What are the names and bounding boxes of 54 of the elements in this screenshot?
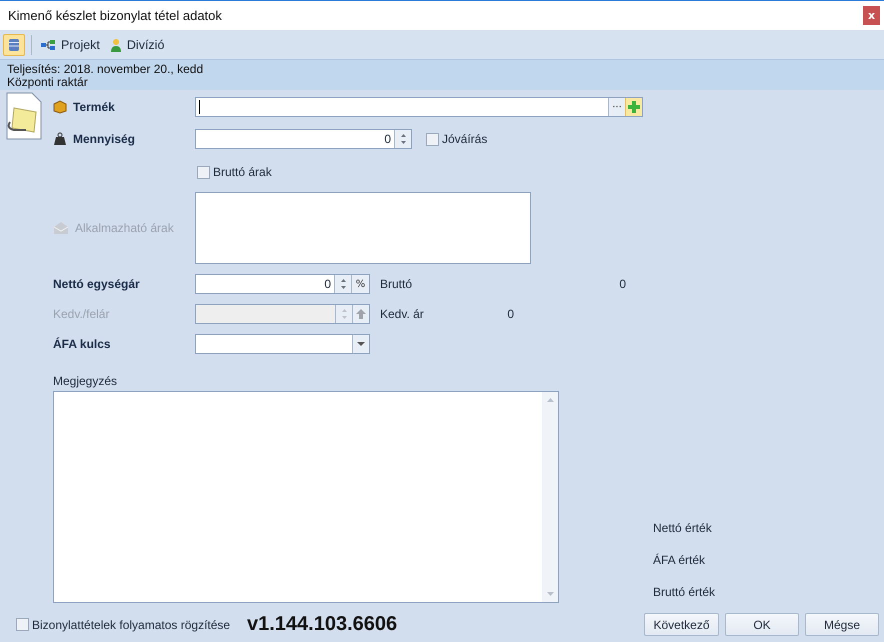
browse-button[interactable]: ··· [608,98,625,116]
note-field[interactable] [53,391,559,603]
ok-button[interactable]: OK [725,613,799,636]
gross-prices-checkbox[interactable]: Bruttó árak [197,165,272,179]
vat-label: ÁFA kulcs [53,337,111,351]
spin-arrows-icon [340,307,348,321]
add-button[interactable] [625,98,642,116]
vat-dropdown[interactable] [195,334,370,354]
scroll-up-icon [546,398,554,402]
database-button[interactable] [3,34,25,56]
note-label: Megjegyzés [53,374,118,388]
discount-label: Kedv./felár [53,307,110,321]
warehouse-name: Központi raktár [7,76,89,89]
hierarchy-icon [40,38,56,50]
gross-total-label: Bruttó érték [653,585,716,600]
gross-value: 0 [618,277,626,291]
box-icon [53,100,67,114]
applicable-prices-list[interactable] [195,192,531,264]
continuous-entry-checkbox[interactable]: Bizonylattételek folyamatos rögzítése [16,618,247,632]
next-button[interactable]: Következő [644,613,719,636]
percent-button[interactable]: % [351,275,369,293]
close-button[interactable]: x [863,6,880,25]
scrollbar[interactable] [542,392,558,602]
net-total-label: Nettó érték [653,521,713,536]
net-unit-price-label: Nettó egységár [53,277,140,291]
gross-label: Bruttó [380,277,414,291]
net-unit-price-field[interactable]: 0 % [195,274,370,294]
database-icon [8,38,20,52]
division-button[interactable]: Divízió [108,34,166,54]
envelope-icon [53,221,69,235]
person-icon [110,38,122,52]
applicable-prices-label: Alkalmazható árak [75,221,174,235]
plus-icon [628,101,640,113]
up-arrow-icon [356,309,366,319]
weight-icon [53,132,67,146]
product-field[interactable]: ··· [195,97,643,117]
document-icon [6,92,42,140]
product-label: Termék [73,100,115,114]
project-button[interactable]: Projekt [38,34,102,54]
quantity-label: Mennyiség [73,132,136,146]
discount-field[interactable] [195,304,370,324]
discount-price-label: Kedv. ár [380,307,425,321]
spin-arrows-icon [338,277,348,291]
quantity-field[interactable]: 0 [195,129,412,149]
credit-checkbox[interactable]: Jóváírás [426,132,488,146]
vat-total-label: ÁFA érték [653,553,706,568]
scroll-down-icon [546,592,554,596]
discount-price-value: 0 [506,307,514,321]
window-title: Kimenő készlet bizonylat tétel adatok [8,8,222,23]
dropdown-arrow-icon [357,342,365,346]
completion-date: Teljesítés: 2018. november 20., kedd [7,63,204,76]
cancel-button[interactable]: Mégse [805,613,879,636]
spin-arrows-icon [398,132,408,146]
version-label: v1.144.103.6606 [247,613,398,636]
